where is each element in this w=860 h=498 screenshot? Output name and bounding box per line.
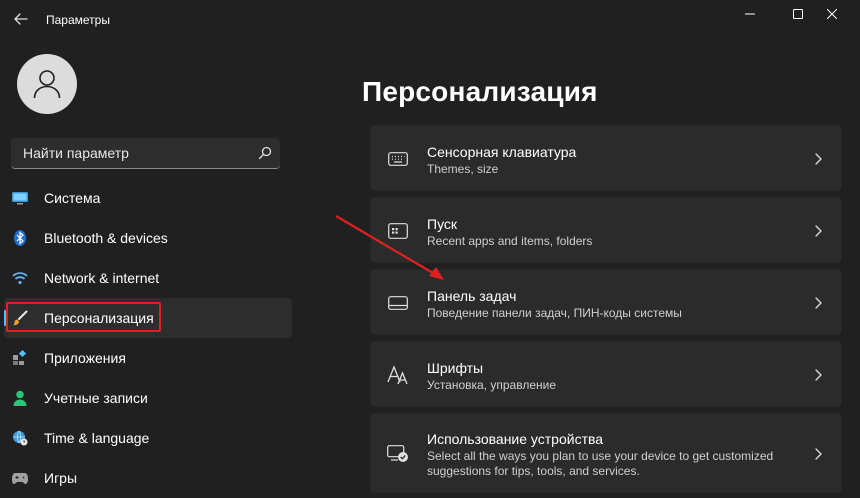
sidebar-item-bluetooth[interactable]: Bluetooth & devices [0, 218, 300, 258]
monitor-icon [12, 190, 28, 206]
user-avatar[interactable] [17, 54, 77, 114]
sidebar-item-accounts[interactable]: Учетные записи [0, 378, 300, 418]
card-taskbar[interactable]: Панель задач Поведение панели задач, ПИН… [370, 269, 842, 335]
page-title: Персонализация [362, 76, 598, 107]
sidebar-item-label: Персонализация [44, 310, 154, 326]
card-fonts[interactable]: Шрифты Установка, управление [370, 341, 842, 407]
person-icon [33, 70, 61, 99]
card-subtitle: Select all the ways you plan to use your… [427, 449, 774, 478]
sidebar-item-apps[interactable]: Приложения [0, 338, 300, 378]
card-text: Панель задач Поведение панели задач, ПИН… [427, 287, 797, 321]
card-device-usage[interactable]: Использование устройства Select all the … [370, 413, 842, 493]
card-title: Шрифты [427, 360, 484, 376]
close-button[interactable] [808, 0, 856, 28]
search-icon [258, 146, 272, 160]
sidebar-item-time-language[interactable]: Time & language [0, 418, 300, 458]
arrow-left-icon [14, 13, 28, 25]
search-input[interactable] [23, 138, 253, 168]
minimize-icon [745, 13, 755, 15]
apps-icon [12, 350, 28, 366]
fonts-icon [387, 365, 409, 385]
sidebar-item-label: Bluetooth & devices [44, 230, 168, 246]
settings-window: Параметры Си [0, 0, 860, 498]
sidebar-item-gaming[interactable]: Игры [0, 458, 300, 498]
card-subtitle: Поведение панели задач, ПИН-коды системы [427, 306, 682, 320]
sidebar-item-personalization[interactable]: Персонализация [4, 298, 292, 338]
bluetooth-icon [12, 230, 28, 246]
taskbar-icon [387, 293, 409, 313]
card-text: Использование устройства Select all the … [427, 430, 797, 479]
chevron-right-icon [815, 153, 822, 165]
sidebar-item-label: Игры [44, 470, 78, 486]
search-button[interactable] [258, 146, 272, 160]
globe-clock-icon [12, 430, 28, 446]
chevron-right-icon [815, 369, 822, 381]
card-subtitle: Установка, управление [427, 378, 557, 392]
card-start[interactable]: Пуск Recent apps and items, folders [370, 197, 842, 263]
card-title: Сенсорная клавиатура [427, 144, 577, 160]
gamepad-icon [12, 470, 28, 486]
back-button[interactable] [8, 6, 34, 32]
sidebar-item-label: Приложения [44, 350, 126, 366]
sidebar-item-label: Network & internet [44, 270, 160, 286]
search-box [11, 138, 280, 169]
card-touch-keyboard[interactable]: Сенсорная клавиатура Themes, size [370, 125, 842, 191]
chevron-right-icon [815, 225, 822, 237]
wifi-icon [12, 270, 28, 286]
start-menu-icon [387, 221, 409, 241]
person-icon [12, 390, 28, 406]
card-text: Сенсорная клавиатура Themes, size [427, 143, 797, 177]
card-title: Использование устройства [427, 431, 604, 447]
card-title: Пуск [427, 216, 458, 232]
minimize-button[interactable] [726, 0, 774, 28]
chevron-right-icon [815, 448, 822, 460]
card-text: Шрифты Установка, управление [427, 359, 797, 393]
sidebar-item-label: Time & language [44, 430, 150, 446]
sidebar-item-label: Система [44, 190, 101, 206]
card-title: Панель задач [427, 288, 517, 304]
title-bar: Параметры [0, 0, 860, 40]
card-text: Пуск Recent apps and items, folders [427, 215, 797, 249]
sidebar-nav: Система Bluetooth & devices Network & in… [0, 178, 300, 498]
settings-card-list: Сенсорная клавиатура Themes, size Пуск R… [370, 125, 842, 498]
card-subtitle: Themes, size [427, 162, 499, 176]
close-icon [827, 9, 837, 19]
device-usage-icon [387, 444, 409, 464]
brush-icon [12, 310, 28, 326]
sidebar-item-system[interactable]: Система [0, 178, 300, 218]
window-title: Параметры [46, 13, 110, 27]
chevron-right-icon [815, 297, 822, 309]
selection-indicator [4, 310, 7, 326]
card-subtitle: Recent apps and items, folders [427, 234, 593, 248]
keyboard-icon [387, 149, 409, 169]
sidebar-item-label: Учетные записи [44, 390, 148, 406]
sidebar-item-network[interactable]: Network & internet [0, 258, 300, 298]
maximize-icon [793, 9, 803, 19]
